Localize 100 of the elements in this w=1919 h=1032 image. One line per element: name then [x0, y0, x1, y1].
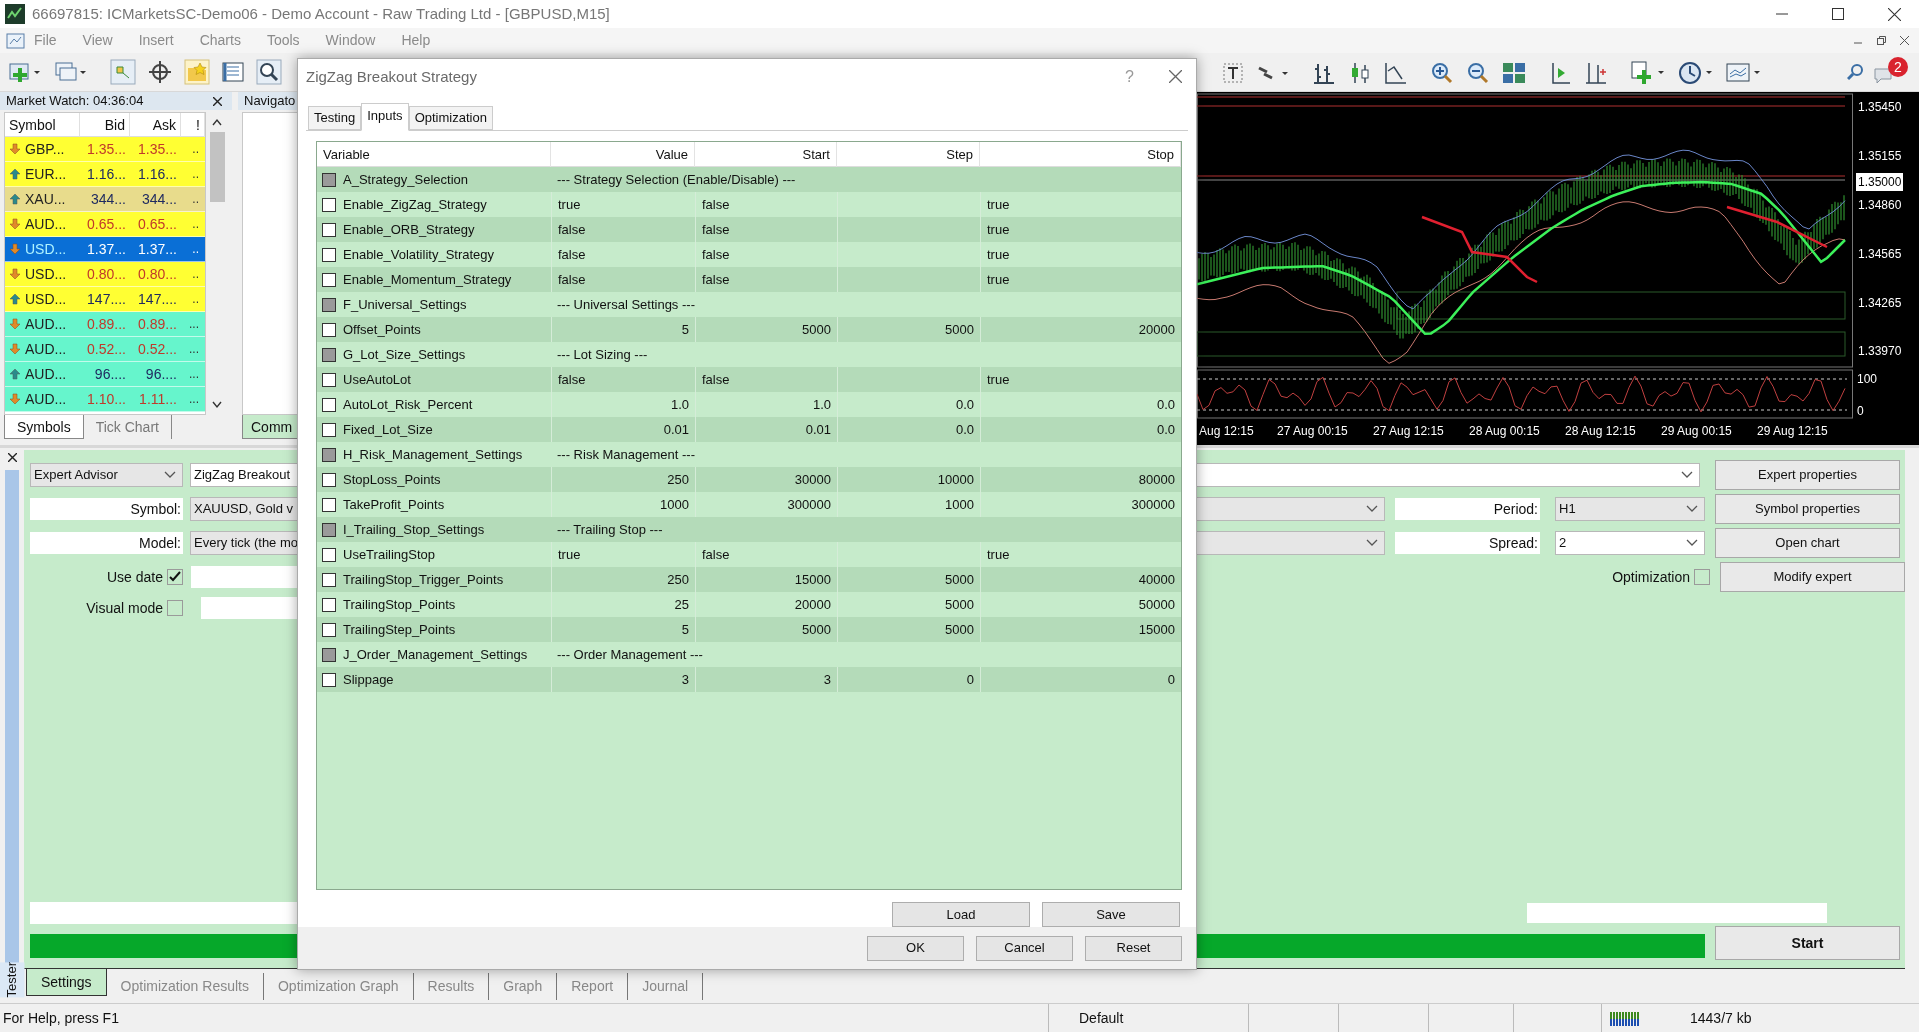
tester-button[interactable]: Open chart — [1715, 528, 1900, 558]
text-field[interactable] — [1527, 903, 1827, 923]
panel-tab[interactable]: Settings — [26, 969, 107, 996]
checkbox[interactable] — [322, 597, 336, 612]
scrollbar-thumb[interactable] — [209, 132, 225, 202]
checkbox[interactable] — [322, 647, 336, 662]
zoom-in-icon[interactable] — [1430, 61, 1454, 85]
price-label: 1.34265 — [1857, 295, 1903, 312]
checkbox[interactable] — [322, 397, 336, 412]
checkbox[interactable] — [322, 347, 336, 362]
variable-name: TrailingStop_Points — [343, 596, 456, 615]
dialog-button[interactable]: Cancel — [976, 935, 1073, 961]
dialog-tab[interactable]: Inputs — [361, 103, 409, 132]
restore-child-icon[interactable] — [1877, 36, 1886, 45]
checkbox[interactable] — [322, 197, 336, 212]
close-icon[interactable] — [1888, 7, 1901, 21]
chart-window-icon[interactable] — [6, 31, 26, 50]
market-row[interactable]: GBP... 1.35... 1.35... .. — [5, 137, 205, 162]
variable-name: F_Universal_Settings — [343, 296, 467, 315]
line-chart-icon[interactable] — [1384, 61, 1408, 85]
close-icon[interactable] — [213, 96, 222, 106]
market-row[interactable]: EUR... 1.16... 1.16... .. — [5, 162, 205, 187]
flag-cell-text: ... — [188, 341, 200, 358]
checkbox[interactable] — [322, 497, 336, 512]
checkbox[interactable] — [322, 322, 336, 337]
market-row[interactable]: USD... 147.... 147.... .. — [5, 287, 205, 312]
panel-tab[interactable]: Symbols — [4, 415, 84, 439]
checkbox[interactable] — [322, 572, 336, 587]
select-field[interactable]: H1 — [1555, 497, 1705, 521]
checkbox[interactable] — [167, 600, 183, 616]
checkbox[interactable] — [322, 222, 336, 237]
panel-tab[interactable]: Tick Chart — [83, 415, 172, 439]
close-child-icon[interactable] — [1900, 36, 1909, 45]
variable-name: AutoLot_Risk_Percent — [343, 396, 473, 415]
variable-name: Enable_Volatility_Strategy — [343, 246, 495, 265]
market-row[interactable]: AUD... 0.65... 0.65... .. — [5, 212, 205, 237]
add-indicator-icon[interactable] — [1630, 60, 1666, 86]
checkbox[interactable] — [322, 297, 336, 312]
checkbox[interactable] — [322, 247, 336, 262]
terminal-panel-icon[interactable] — [222, 61, 244, 83]
dialog-tab[interactable]: Testing — [308, 106, 362, 131]
tile-windows-icon[interactable] — [1502, 61, 1526, 85]
symbol-name: USD... — [25, 264, 67, 284]
maximize-icon[interactable] — [1832, 8, 1844, 20]
tester-button[interactable]: Modify expert — [1720, 562, 1905, 592]
checkbox[interactable] — [322, 522, 336, 537]
close-icon[interactable] — [7, 453, 17, 462]
select-field[interactable]: 2 — [1555, 531, 1705, 555]
ask-price: 96.... — [144, 364, 178, 384]
market-row[interactable]: USD... 0.80... 0.80... .. — [5, 262, 205, 287]
variable-name: UseTrailingStop — [343, 546, 435, 565]
chat-icon[interactable] — [1873, 65, 1895, 85]
bid-price: 344... — [89, 189, 127, 209]
auto-scroll-icon[interactable] — [1584, 61, 1608, 85]
tester-button[interactable]: Start — [1715, 926, 1900, 960]
notification-badge: 2 — [1888, 57, 1908, 77]
market-row[interactable]: AUD... 0.52... 0.52... ... — [5, 337, 205, 362]
dialog-button[interactable]: Save — [1042, 902, 1180, 928]
bar-chart-icon[interactable] — [1312, 61, 1336, 85]
star-folder-icon[interactable] — [184, 59, 210, 85]
dialog-button[interactable]: Load — [892, 902, 1030, 928]
checkbox[interactable] — [322, 422, 336, 437]
scroll-up-icon[interactable] — [212, 118, 222, 126]
dialog-button[interactable]: OK — [867, 935, 964, 961]
scroll-down-icon[interactable] — [212, 401, 222, 409]
dialog-button[interactable]: Reset — [1085, 935, 1182, 961]
zoom-out-icon[interactable] — [1466, 61, 1490, 85]
profile-name: Default — [1048, 1004, 1248, 1032]
strategy-tester-icon[interactable] — [256, 59, 282, 85]
checkbox[interactable] — [322, 372, 336, 387]
checkbox[interactable] — [167, 569, 183, 585]
clock-icon[interactable] — [1678, 60, 1714, 86]
ask-price: 1.37... — [137, 239, 178, 259]
new-chart-icon[interactable] — [8, 60, 42, 84]
market-row[interactable]: AUD... 1.10... 1.11... ... — [5, 387, 205, 412]
market-row[interactable]: AUD... 96.... 96.... ... — [5, 362, 205, 387]
profiles-icon[interactable] — [54, 60, 88, 84]
search-icon[interactable] — [1847, 63, 1865, 81]
checkbox[interactable] — [322, 447, 336, 462]
text-label-icon[interactable] — [1222, 62, 1244, 84]
market-row[interactable]: XAU... 344... 344... .. — [5, 187, 205, 212]
table-cell: 3 — [551, 667, 695, 693]
price-label: 1.34565 — [1857, 246, 1903, 263]
checkbox[interactable] — [322, 672, 336, 687]
market-row[interactable]: AUD... 0.89... 0.89... ... — [5, 312, 205, 337]
tester-button[interactable]: Expert properties — [1715, 460, 1900, 490]
checkbox[interactable] — [322, 547, 336, 562]
checkbox[interactable] — [1694, 569, 1710, 585]
checkbox[interactable] — [322, 622, 336, 637]
crosshair-icon[interactable] — [148, 60, 172, 84]
dialog-tab[interactable]: Optimization — [408, 106, 493, 131]
mode-dropdown[interactable]: Expert Advisor — [30, 463, 183, 487]
symbol-name: AUD... — [25, 214, 67, 234]
field-label: Model: — [30, 532, 183, 554]
checkbox[interactable] — [322, 272, 336, 287]
tester-button[interactable]: Symbol properties — [1715, 494, 1900, 524]
checkbox[interactable] — [322, 472, 336, 487]
checkbox[interactable] — [322, 172, 336, 187]
market-row[interactable]: USD... 1.37... 1.37... .. — [5, 237, 205, 262]
chevron-icon — [1686, 539, 1698, 547]
